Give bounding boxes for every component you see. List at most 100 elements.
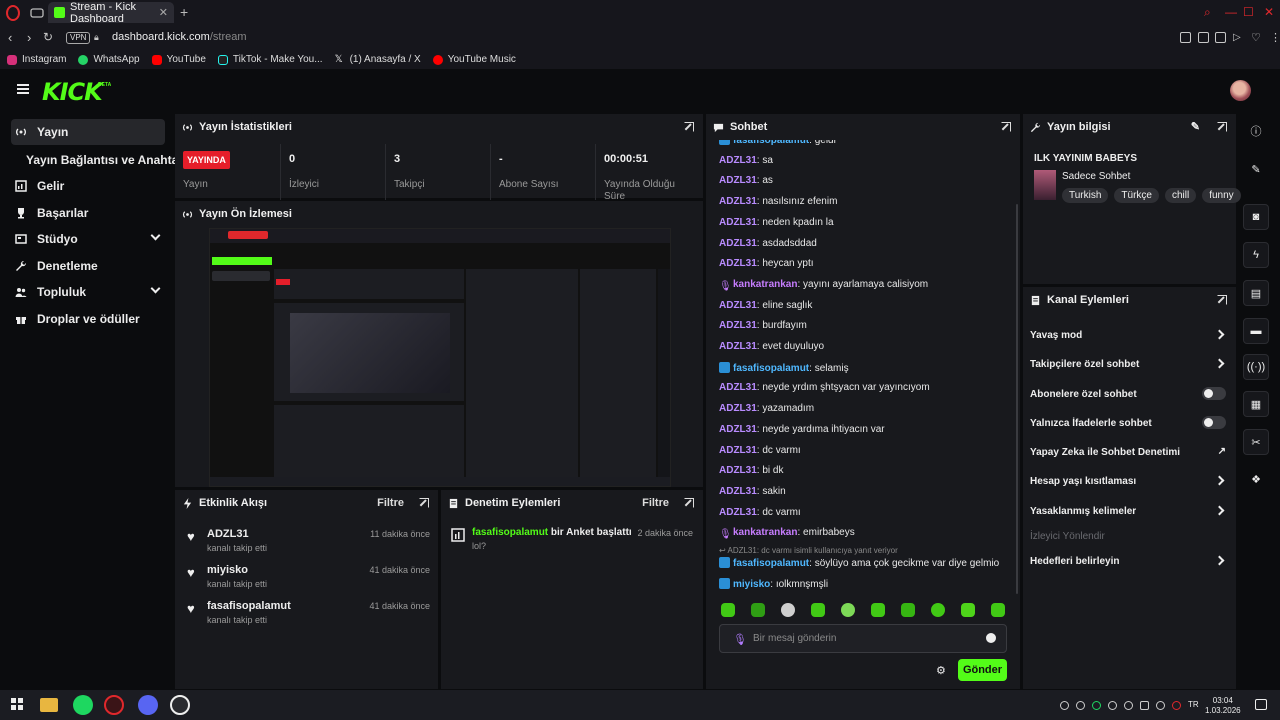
stream-preview-video[interactable] bbox=[209, 228, 671, 487]
emote-icon[interactable] bbox=[961, 603, 975, 617]
steam-icon[interactable] bbox=[1076, 701, 1085, 710]
popout-icon[interactable] bbox=[1001, 122, 1011, 132]
kick-logo[interactable]: KICK bbox=[42, 78, 103, 106]
hamburger-menu-icon[interactable] bbox=[17, 84, 29, 94]
extensions-rail-icon[interactable]: ❖ bbox=[1243, 466, 1269, 492]
opera-taskbar-icon[interactable] bbox=[104, 695, 124, 715]
browser-tab-active[interactable]: Stream - Kick Dashboard ✕ bbox=[48, 1, 174, 25]
emote-icon[interactable] bbox=[931, 603, 945, 617]
emote-icon[interactable] bbox=[751, 603, 765, 617]
sidebar-item-stream-key[interactable]: Yayın Bağlantısı ve Anahtarı bbox=[26, 153, 186, 167]
search-tabs-icon[interactable]: ⌕ bbox=[1204, 5, 1211, 20]
new-tab-icon[interactable]: + bbox=[180, 4, 188, 20]
mic-tray-icon[interactable] bbox=[1108, 701, 1117, 710]
discord-icon[interactable] bbox=[138, 695, 158, 715]
popout-icon[interactable] bbox=[1217, 295, 1227, 305]
tray-icon[interactable] bbox=[1060, 701, 1069, 710]
emote-icon[interactable] bbox=[811, 603, 825, 617]
vpn-badge[interactable]: VPN bbox=[66, 32, 91, 44]
close-window-icon[interactable]: ✕ bbox=[1264, 5, 1274, 19]
user-avatar[interactable] bbox=[1230, 80, 1251, 101]
chat-username[interactable]: ADZL31 bbox=[719, 465, 757, 476]
notifications-icon[interactable] bbox=[1255, 699, 1267, 710]
emote-icon[interactable] bbox=[721, 603, 735, 617]
info-icon[interactable]: ⓘ bbox=[1243, 118, 1269, 144]
popout-icon[interactable] bbox=[1217, 122, 1227, 132]
lock-icon[interactable]: 🔒︎ bbox=[94, 32, 99, 43]
mic-icon[interactable]: 🎙︎ bbox=[733, 633, 747, 646]
broadcast-rail-icon[interactable]: ((·)) bbox=[1243, 354, 1269, 380]
chat-username[interactable]: ADZL31 bbox=[719, 382, 757, 393]
spotify-tray-icon[interactable] bbox=[1092, 701, 1101, 710]
followers-only-row[interactable]: Takipçilere özel sohbet bbox=[1030, 358, 1226, 370]
emotes-only-toggle[interactable] bbox=[1202, 416, 1226, 429]
bookmark-x[interactable]: 𝕏 (1) Anasayfa / X bbox=[335, 54, 421, 65]
wrench-rail-icon[interactable]: ✂ bbox=[1243, 429, 1269, 455]
maximize-icon[interactable]: ☐ bbox=[1243, 5, 1254, 19]
camera-icon[interactable]: ◙ bbox=[1243, 204, 1269, 230]
chat-username[interactable]: ADZL31 bbox=[719, 320, 757, 331]
activity-user[interactable]: miyisko bbox=[207, 564, 248, 576]
bookmark-tiktok[interactable]: TikTok - Make You... bbox=[217, 54, 323, 65]
emote-icon[interactable] bbox=[991, 603, 1005, 617]
minimize-icon[interactable]: — bbox=[1225, 5, 1237, 19]
emote-icon[interactable] bbox=[841, 603, 855, 617]
chat-username[interactable]: ADZL31 bbox=[719, 403, 757, 414]
menu-dots-icon[interactable]: ⋮ bbox=[1270, 31, 1280, 44]
tag[interactable]: Türkçe bbox=[1114, 188, 1159, 203]
bookmark-whatsapp[interactable]: WhatsApp bbox=[78, 54, 140, 65]
sidebar-item-community[interactable]: Topluluk bbox=[11, 279, 165, 305]
subscribers-only-toggle[interactable] bbox=[1202, 387, 1226, 400]
pencil-icon[interactable]: ✎ bbox=[1243, 156, 1269, 182]
chat-username[interactable]: ADZL31 bbox=[719, 175, 757, 186]
snapshot-icon[interactable] bbox=[1180, 32, 1191, 43]
bookmark-youtube-music[interactable]: YouTube Music bbox=[432, 54, 516, 65]
banned-words-row[interactable]: Yasaklanmış kelimeler bbox=[1030, 505, 1226, 517]
sidebar-item-achievements[interactable]: Başarılar bbox=[11, 200, 165, 226]
category-name[interactable]: Sadece Sohbet bbox=[1062, 171, 1130, 182]
send-button[interactable]: Gönder bbox=[958, 659, 1007, 681]
layout-icon[interactable]: ▦ bbox=[1243, 391, 1269, 417]
sidebar-item-drops[interactable]: Droplar ve ödüller bbox=[11, 306, 165, 332]
chat-username[interactable]: kankatrankan bbox=[733, 527, 797, 538]
shield-icon[interactable] bbox=[1215, 32, 1226, 43]
activity-user[interactable]: fasafisopalamut bbox=[207, 600, 291, 612]
set-goals-row[interactable]: Hedefleri belirleyin bbox=[1030, 555, 1226, 567]
activity-user[interactable]: ADZL31 bbox=[207, 528, 249, 540]
chat-username[interactable]: ADZL31 bbox=[719, 300, 757, 311]
language-indicator-icon[interactable]: TR bbox=[1188, 700, 1199, 709]
tag[interactable]: funny bbox=[1202, 188, 1241, 203]
emote-icon[interactable] bbox=[781, 603, 795, 617]
chat-username[interactable]: fasafisopalamut bbox=[733, 363, 809, 374]
bookmark-youtube[interactable]: YouTube bbox=[151, 54, 206, 65]
chat-username[interactable]: ADZL31 bbox=[719, 217, 757, 228]
emoji-picker-icon[interactable] bbox=[986, 633, 996, 643]
sidebar-item-moderation[interactable]: Denetleme bbox=[11, 253, 165, 279]
sidebar-item-revenue[interactable]: Gelir bbox=[11, 173, 165, 199]
chat-username[interactable]: ADZL31 bbox=[719, 486, 757, 497]
slow-mode-row[interactable]: Yavaş mod bbox=[1030, 329, 1226, 341]
popout-icon[interactable] bbox=[684, 498, 694, 508]
forward-icon[interactable]: › bbox=[27, 30, 31, 45]
popout-icon[interactable] bbox=[684, 122, 694, 132]
moderation-user[interactable]: fasafisopalamut bbox=[472, 527, 548, 538]
chat-username[interactable]: kankatrankan bbox=[733, 279, 797, 290]
filter-button[interactable]: Filtre bbox=[377, 497, 404, 509]
chat-scrollbar[interactable] bbox=[1016, 204, 1018, 594]
chat-username[interactable]: ADZL31 bbox=[719, 445, 757, 456]
edit-pencil-icon[interactable]: ✎ bbox=[1191, 120, 1200, 133]
chat-username[interactable]: ADZL31 bbox=[719, 341, 757, 352]
tray-icon[interactable] bbox=[1124, 701, 1133, 710]
back-icon[interactable]: ‹ bbox=[8, 30, 12, 45]
bookmark-instagram[interactable]: Instagram bbox=[7, 54, 66, 65]
spotify-icon[interactable] bbox=[73, 695, 93, 715]
tab-list-icon[interactable] bbox=[30, 6, 44, 20]
opera-gx-tray-icon[interactable] bbox=[1172, 701, 1181, 710]
chat-username[interactable]: ADZL31 bbox=[719, 155, 757, 166]
sidebar-item-stream[interactable]: Yayın bbox=[11, 119, 165, 145]
play-icon[interactable]: ▷ bbox=[1233, 32, 1241, 43]
url-field[interactable]: dashboard.kick.com/stream bbox=[112, 31, 247, 43]
doc-icon[interactable]: ▤ bbox=[1243, 280, 1269, 306]
windows-start-icon[interactable] bbox=[11, 698, 23, 710]
chat-username[interactable]: ADZL31 bbox=[719, 507, 757, 518]
